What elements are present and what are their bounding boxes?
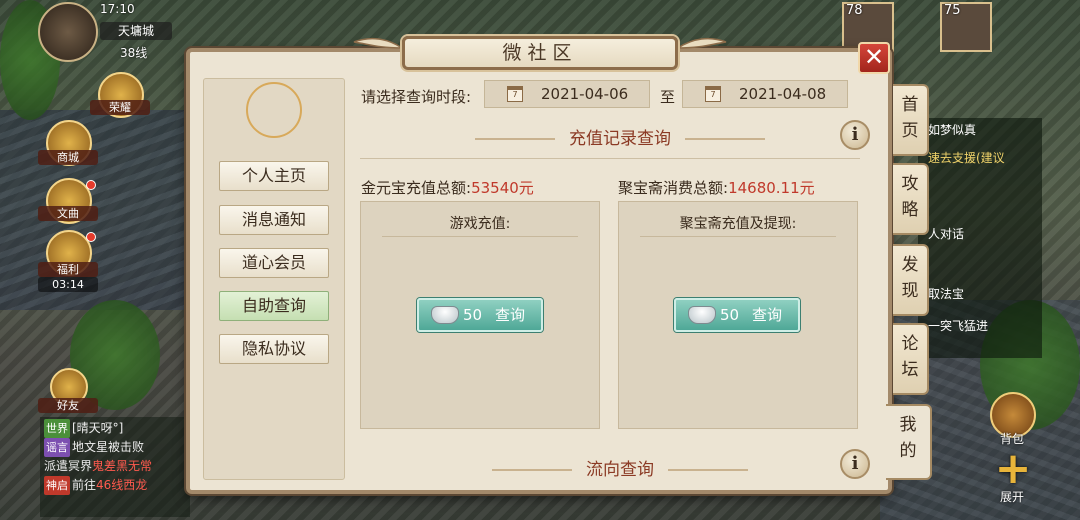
tab-home[interactable]: 首页 <box>893 84 929 156</box>
chat-text: 地文星被击败 <box>72 440 145 454</box>
period-label: 请选择查询时段: <box>361 88 472 106</box>
user-avatar[interactable] <box>246 82 302 138</box>
clock-time: 17:10 <box>100 2 135 16</box>
expand-plus-icon[interactable]: + <box>994 447 1032 491</box>
sidebar-item-profile[interactable]: 个人主页 <box>219 161 329 191</box>
silver-ingot-icon <box>431 306 459 324</box>
chat-text-highlight: 46线西龙 <box>96 478 148 492</box>
left-icon-label: 文曲 <box>38 206 98 221</box>
jbz-query-button[interactable]: 50 查询 <box>674 298 800 332</box>
sidebar-item-privacy[interactable]: 隐私协议 <box>219 334 329 364</box>
jbz-total: 聚宝斋消费总额:14680.11元 <box>618 177 815 198</box>
start-date-value: 2021-04-06 <box>541 85 629 103</box>
game-recharge-title: 游戏充值: <box>449 216 511 232</box>
silver-ingot-icon <box>688 306 716 324</box>
end-date-field[interactable]: 7 2021-04-08 <box>682 80 848 108</box>
info-icon[interactable]: i <box>840 120 870 150</box>
quest-item[interactable]: 取法宝 <box>918 286 1042 302</box>
chat-line: 谣言 地文星被击败 <box>44 438 186 457</box>
notification-dot <box>86 180 96 190</box>
quest-tracker[interactable]: 如梦似真 速去支援(建议 人对话 取法宝 一突飞猛进 <box>918 118 1042 358</box>
section-divider <box>360 158 860 159</box>
tab-forum[interactable]: 论坛 <box>893 323 929 395</box>
game-recharge-query-button[interactable]: 50 查询 <box>417 298 543 332</box>
query-cost: 50 <box>463 306 483 324</box>
close-button[interactable]: ✕ <box>858 42 890 74</box>
start-date-field[interactable]: 7 2021-04-06 <box>484 80 650 108</box>
quest-item[interactable]: 如梦似真 <box>918 122 1042 138</box>
sidebar <box>203 78 345 480</box>
chat-tag-world: 世界 <box>44 419 70 438</box>
team-level: 75 <box>944 3 961 18</box>
gold-total-value: 53540元 <box>471 179 534 197</box>
flow-section-title: 流向查询 <box>586 460 654 480</box>
recharge-section-title: 充值记录查询 <box>569 129 671 149</box>
quest-item[interactable]: 一突飞猛进 <box>918 318 1042 334</box>
sidebar-item-self-query[interactable]: 自助查询 <box>219 291 329 321</box>
quest-item[interactable]: 速去支援(建议 <box>918 150 1042 166</box>
map-name[interactable]: 天墉城 <box>100 22 172 40</box>
title-ornament-left-icon <box>353 37 402 49</box>
jbz-recharge-title: 聚宝斋充值及提现: <box>679 216 797 232</box>
server-line[interactable]: 38线 <box>120 44 147 61</box>
quest-item[interactable]: 人对话 <box>918 226 1042 242</box>
title-ornament-right-icon <box>678 37 727 49</box>
chat-text: 派遣冥界 <box>44 459 93 473</box>
left-icon-label: 商城 <box>38 150 98 165</box>
card-divider <box>382 236 578 237</box>
expand-label: 展开 <box>1000 490 1025 504</box>
player-avatar[interactable] <box>38 2 98 62</box>
ornament-divider <box>668 469 748 471</box>
query-label: 查询 <box>752 306 783 324</box>
jbz-total-label: 聚宝斋消费总额: <box>618 179 729 197</box>
card-divider <box>640 236 836 237</box>
calendar-icon: 7 <box>507 86 523 102</box>
chat-line: 世界 [晴天呀°] <box>44 419 186 438</box>
ornament-divider <box>492 469 572 471</box>
calendar-icon: 7 <box>705 86 721 102</box>
sidebar-item-membership[interactable]: 道心会员 <box>219 248 329 278</box>
chat-tag-rumor: 谣言 <box>44 438 70 457</box>
pet-level: 78 <box>846 3 863 18</box>
ornament-divider <box>475 138 555 140</box>
info-icon[interactable]: i <box>840 449 870 479</box>
gold-total: 金元宝充值总额:53540元 <box>361 177 534 198</box>
left-icon-label: 福利 <box>38 262 98 277</box>
end-date-value: 2021-04-08 <box>739 85 827 103</box>
left-icon-label: 好友 <box>38 398 98 413</box>
ornament-divider <box>685 138 765 140</box>
chat-text-highlight: 鬼差黑无常 <box>92 459 153 473</box>
chat-text: [晴天呀°] <box>72 421 124 435</box>
chat-tag-god: 神启 <box>44 476 70 495</box>
jbz-total-value: 14680.11元 <box>728 179 815 197</box>
sidebar-item-notifications[interactable]: 消息通知 <box>219 205 329 235</box>
recharge-section-heading: 充值记录查询 <box>360 124 880 149</box>
tab-discover[interactable]: 发现 <box>893 244 929 316</box>
query-label: 查询 <box>495 306 526 324</box>
tab-mine[interactable]: 我的 <box>886 404 932 480</box>
chat-panel[interactable]: 世界 [晴天呀°] 谣言 地文星被击败 派遣冥界鬼差黑无常 神启 前往46线西龙 <box>40 417 190 517</box>
gold-total-label: 金元宝充值总额: <box>361 179 472 197</box>
chat-text: 前往 <box>72 478 97 492</box>
dialog-title: 微社区 <box>402 36 678 70</box>
welfare-timer: 03:14 <box>38 277 98 292</box>
to-label: 至 <box>660 88 676 106</box>
flow-section-heading: 流向查询 <box>360 455 880 480</box>
chat-line: 神启 前往46线西龙 <box>44 476 186 495</box>
notification-dot <box>86 232 96 242</box>
left-icon-label: 荣耀 <box>90 100 150 115</box>
tab-guides[interactable]: 攻略 <box>893 163 929 235</box>
query-cost: 50 <box>720 306 740 324</box>
chat-line: 派遣冥界鬼差黑无常 <box>44 457 186 476</box>
